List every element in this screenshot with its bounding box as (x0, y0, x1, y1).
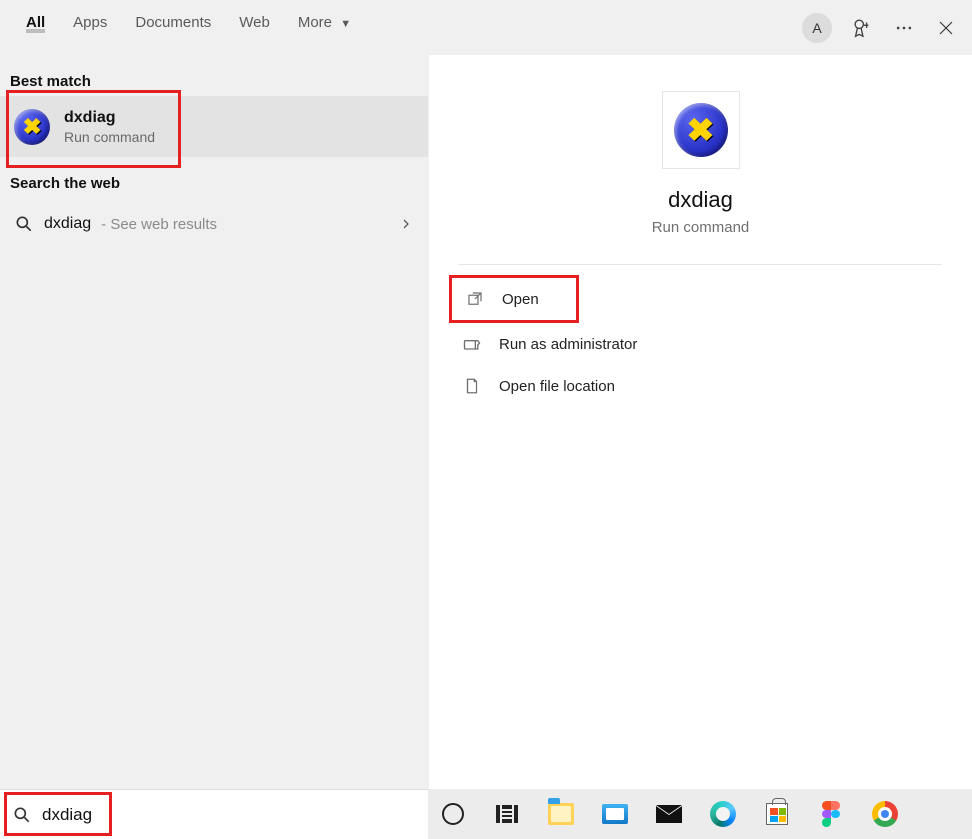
preview-subtitle: Run command (652, 219, 750, 236)
action-run-admin[interactable]: Run as administrator (449, 323, 952, 365)
web-term: dxdiag (44, 215, 91, 233)
result-title: dxdiag (64, 108, 155, 127)
tab-more[interactable]: More ▼ (284, 0, 365, 31)
figma-icon[interactable] (816, 799, 846, 829)
header-actions: A (802, 13, 964, 43)
chrome-icon[interactable] (870, 799, 900, 829)
user-avatar[interactable]: A (802, 13, 832, 43)
search-web-heading: Search the web (0, 157, 428, 198)
more-options-icon[interactable] (892, 16, 916, 40)
tab-more-label: More (298, 14, 332, 31)
chevron-right-icon (400, 216, 412, 232)
filter-tabs: All Apps Documents Web More ▼ (12, 0, 365, 55)
contacts-app-icon[interactable] (600, 799, 630, 829)
search-icon (14, 214, 34, 234)
tab-apps[interactable]: Apps (59, 0, 121, 31)
preview-panel: ✖ dxdiag Run command Open (428, 55, 972, 789)
search-icon (12, 805, 32, 825)
tab-all[interactable]: All (12, 0, 59, 31)
file-explorer-icon[interactable] (546, 799, 576, 829)
web-search-result[interactable]: dxdiag - See web results (0, 198, 428, 250)
action-open-location[interactable]: Open file location (449, 365, 952, 407)
close-icon[interactable] (934, 16, 958, 40)
result-subtitle: Run command (64, 129, 155, 145)
admin-shield-icon (461, 333, 483, 355)
web-hint: - See web results (101, 216, 217, 233)
search-box[interactable] (0, 789, 428, 839)
results-panel: Best match ✖ dxdiag Run command Search t… (0, 55, 428, 789)
preview-app-tile: ✖ (662, 91, 740, 169)
dxdiag-app-icon: ✖ (674, 103, 728, 157)
cortana-icon[interactable] (438, 799, 468, 829)
action-open-label: Open (502, 291, 539, 308)
edge-browser-icon[interactable] (708, 799, 738, 829)
task-view-icon[interactable] (492, 799, 522, 829)
search-header: All Apps Documents Web More ▼ A (0, 0, 972, 55)
taskbar (428, 789, 972, 839)
action-open-location-label: Open file location (499, 378, 615, 395)
mail-app-icon[interactable] (654, 799, 684, 829)
preview-title: dxdiag (668, 187, 733, 213)
folder-location-icon (461, 375, 483, 397)
open-icon (464, 288, 486, 310)
search-input[interactable] (42, 805, 416, 825)
rewards-icon[interactable] (850, 16, 874, 40)
action-open[interactable]: Open (452, 278, 551, 320)
tab-documents[interactable]: Documents (121, 0, 225, 31)
chevron-down-icon: ▼ (340, 18, 351, 30)
best-match-result[interactable]: ✖ dxdiag Run command (0, 96, 428, 157)
microsoft-store-icon[interactable] (762, 799, 792, 829)
tab-web[interactable]: Web (225, 0, 284, 31)
action-run-admin-label: Run as administrator (499, 336, 637, 353)
dxdiag-app-icon: ✖ (14, 109, 50, 145)
best-match-heading: Best match (0, 55, 428, 96)
